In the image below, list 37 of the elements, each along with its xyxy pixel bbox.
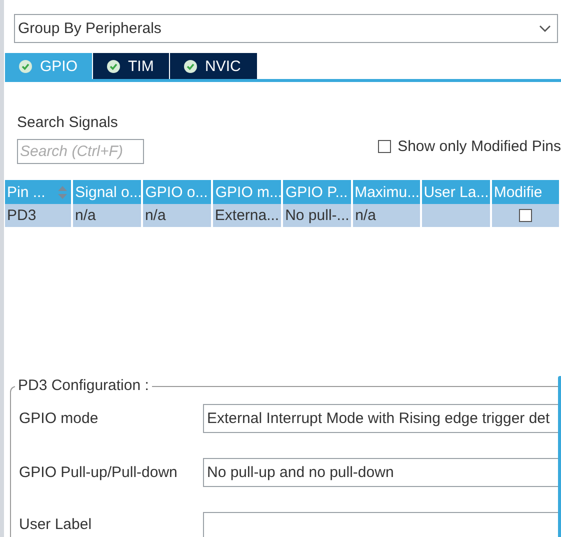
table-cell: Externa... — [212, 204, 284, 229]
table-cell: n/a — [72, 204, 143, 229]
field-label: GPIO mode — [19, 410, 100, 427]
column-header[interactable]: User La... — [422, 180, 492, 204]
search-field[interactable]: Search (Ctrl+F) — [17, 139, 144, 164]
column-header[interactable]: Maximu... — [352, 180, 422, 204]
checkbox[interactable] — [519, 209, 532, 222]
tab[interactable]: TIM — [93, 53, 170, 79]
column-header[interactable]: GPIO o... — [143, 180, 214, 204]
table-cell — [422, 204, 492, 229]
chevron-down-icon — [539, 24, 551, 32]
table-cell: n/a — [353, 204, 422, 229]
group-title: PD3 Configuration : — [15, 377, 152, 394]
column-header[interactable]: Modifie — [492, 180, 561, 204]
table-row[interactable]: PD3 n/a n/a Externa... No pull-... n/a — [5, 204, 561, 229]
column-header[interactable]: Signal o... — [73, 180, 144, 204]
field-label: User Label — [19, 515, 93, 533]
check-circle-icon — [19, 60, 32, 72]
search-label: Search Signals — [17, 114, 119, 131]
column-header[interactable]: Pin ... — [5, 180, 74, 204]
checkbox-label: Show only Modified Pins — [398, 138, 561, 155]
column-header[interactable]: GPIO P... — [283, 180, 353, 204]
scrollbar[interactable] — [558, 376, 561, 537]
sort-icon — [58, 186, 68, 198]
input-field[interactable]: No pull-up and no pull-down — [203, 458, 561, 487]
table-cell: PD3 — [5, 204, 73, 229]
table-cell: n/a — [142, 204, 213, 229]
table-cell: No pull-... — [283, 204, 354, 229]
check-circle-icon — [107, 60, 120, 72]
check-circle-icon — [184, 60, 197, 72]
group-by-dropdown[interactable]: Group By Peripherals — [14, 14, 558, 43]
column-header[interactable]: GPIO m... — [213, 180, 284, 204]
field-label: GPIO Pull-up/Pull-down — [19, 464, 178, 481]
tab[interactable]: NVIC — [170, 53, 258, 79]
checkbox[interactable] — [378, 140, 391, 153]
input-field[interactable]: External Interrupt Mode with Rising edge trigger det — [203, 404, 561, 433]
tab[interactable]: GPIO — [5, 53, 93, 79]
